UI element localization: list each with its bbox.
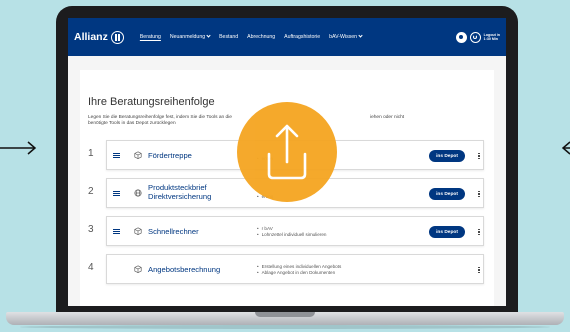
cube-icon — [134, 265, 142, 273]
nav-item-bestand[interactable]: Bestand — [219, 34, 238, 40]
allianz-logo[interactable]: Allianz — [74, 30, 124, 44]
allianz-eagle-icon — [110, 30, 124, 44]
top-navigation: Allianz Beratung Neuanmeldung Bestand Ab… — [68, 18, 506, 56]
nav-item-abrechnung[interactable]: Abrechnung — [247, 34, 275, 40]
ins-depot-button[interactable]: ins Depot — [429, 150, 465, 162]
logout-timer: Logout in 1:30 Min — [483, 32, 500, 41]
nav-item-beratung[interactable]: Beratung — [140, 34, 161, 40]
row-number: 2 — [88, 186, 94, 197]
nav-item-neuanmeldung[interactable]: Neuanmeldung — [170, 33, 211, 40]
ins-depot-button[interactable]: ins Depot — [429, 188, 465, 200]
page-title: Ihre Beratungsreihenfolge — [88, 96, 215, 108]
upload-overlay[interactable] — [237, 102, 337, 202]
drag-handle-icon[interactable] — [113, 153, 120, 158]
laptop-screen: Allianz Beratung Neuanmeldung Bestand Ab… — [68, 18, 506, 306]
row-number: 3 — [88, 224, 94, 235]
more-options-icon[interactable] — [476, 150, 482, 162]
tool-name: Schnellrechner — [148, 227, 199, 236]
ins-depot-button[interactable]: ins Depot — [429, 226, 465, 238]
more-options-icon[interactable] — [476, 226, 482, 238]
tool-name: Fördertreppe — [148, 151, 192, 160]
tool-features: Erstellung eines individuellen Angebots … — [257, 264, 342, 276]
more-options-icon[interactable] — [476, 188, 482, 200]
row-number: 4 — [88, 262, 94, 273]
user-icon[interactable] — [455, 31, 467, 43]
row-number: 1 — [88, 148, 94, 159]
tool-name: Produktsteckbrief Direktversicherung — [148, 183, 212, 202]
cube-icon — [134, 151, 142, 159]
nav-item-bav-wissen[interactable]: bAV-Wissen — [329, 33, 363, 40]
drag-handle-icon[interactable] — [113, 191, 120, 196]
nav-item-auftragshistorie[interactable]: Auftragshistorie — [284, 34, 320, 40]
tool-card[interactable]: Schnellrechner r bAV Lohnzettel individu… — [106, 216, 484, 246]
tool-row: 3 Schnellrechner r bAV Lohnzettel indivi… — [88, 216, 484, 246]
laptop-opening-notch — [255, 312, 315, 317]
page-description-tail: iehen oder nicht — [370, 115, 405, 120]
drag-handle-icon[interactable] — [113, 229, 120, 234]
cube-icon — [134, 227, 142, 235]
brand-name: Allianz — [74, 31, 108, 43]
chevron-down-icon — [358, 33, 363, 38]
tool-card[interactable]: Angebotsberechnung Erstellung eines indi… — [106, 254, 484, 284]
upload-icon — [267, 124, 307, 180]
nav-user-area: Logout in 1:30 Min — [455, 31, 500, 43]
arrow-right-icon — [0, 141, 37, 155]
chevron-down-icon — [206, 33, 211, 38]
tool-row: 4 Angebotsberechnung Erstellung eines in… — [88, 254, 484, 284]
laptop-base — [0, 312, 570, 332]
globe-icon — [134, 189, 142, 197]
logout-icon[interactable] — [469, 31, 481, 43]
tool-features: r bAV Lohnzettel individuell simulieren — [257, 226, 327, 238]
tool-name: Angebotsberechnung — [148, 265, 221, 274]
arrow-left-icon — [561, 141, 570, 155]
more-options-icon[interactable] — [476, 264, 482, 276]
